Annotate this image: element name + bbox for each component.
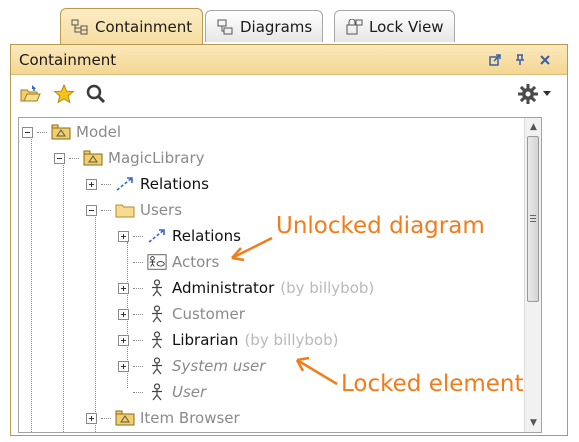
tab-containment[interactable]: Containment [60,8,204,44]
unlocked-arrow [231,236,273,260]
tab-label: Containment [95,17,193,36]
unlocked-diagram-callout: Unlocked diagram [276,213,485,239]
locked-element-callout: Locked element [341,371,524,397]
containment-icon [71,18,89,36]
locked-arrow [296,358,338,386]
